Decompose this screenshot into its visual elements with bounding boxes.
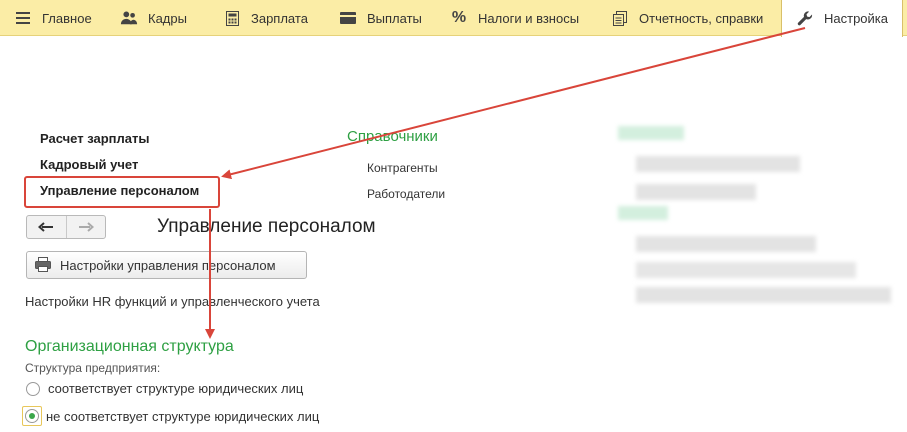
menu-item-settings[interactable]: Настройка	[781, 0, 903, 37]
personnel-settings-button[interactable]: Настройки управления персоналом	[26, 251, 307, 279]
menu-item-taxes[interactable]: % Налоги и взносы	[450, 0, 579, 36]
menu-item-main[interactable]: Главное	[14, 0, 92, 36]
radio-option-label: не соответствует структуре юридических л…	[46, 408, 320, 424]
forward-button[interactable]	[65, 216, 106, 238]
radio-focus-frame	[22, 406, 42, 426]
page-title: Управление персоналом	[157, 216, 376, 237]
arrow-right-icon	[78, 222, 94, 232]
radio-option-label: соответствует структуре юридических лиц	[48, 381, 304, 396]
section-link-hr-records[interactable]: Кадровый учет	[40, 157, 138, 172]
menu-item-label: Главное	[42, 10, 92, 26]
section-description: Настройки HR функций и управленческого у…	[25, 294, 320, 309]
wallet-icon	[339, 9, 357, 27]
obscured-link	[636, 236, 816, 252]
printer-icon	[35, 257, 51, 273]
radio-button[interactable]	[26, 381, 40, 396]
obscured-link	[636, 287, 891, 303]
settings-button-label: Настройки управления персоналом	[60, 257, 276, 273]
annotation-arrow	[221, 27, 806, 180]
top-menu-bar: Главное Кадры Зарплата Выплаты % Налоги …	[0, 0, 907, 37]
menu-item-payments[interactable]: Выплаты	[339, 0, 422, 36]
hamburger-icon	[14, 9, 32, 27]
annotation-highlight-box	[24, 176, 220, 208]
back-button[interactable]	[27, 216, 66, 238]
history-nav	[26, 215, 106, 239]
menu-item-salary[interactable]: Зарплата	[223, 0, 308, 36]
menu-item-label: Кадры	[148, 10, 187, 26]
directory-link-employers[interactable]: Работодатели	[367, 187, 445, 201]
directories-heading: Справочники	[347, 128, 438, 145]
obscured-link	[636, 156, 800, 172]
menu-item-label: Отчетность, справки	[639, 10, 764, 26]
obscured-link	[636, 262, 856, 278]
radio-option-matches[interactable]: соответствует структуре юридических лиц	[26, 381, 303, 396]
menu-item-label: Настройка	[824, 11, 888, 26]
obscured-heading	[618, 206, 668, 220]
calculator-icon	[223, 9, 241, 27]
menu-item-label: Выплаты	[367, 10, 422, 26]
menu-item-label: Зарплата	[251, 10, 308, 26]
menu-item-label: Налоги и взносы	[478, 10, 580, 26]
menu-item-staff[interactable]: Кадры	[120, 0, 187, 36]
arrow-left-icon	[38, 222, 54, 232]
obscured-heading	[618, 126, 684, 140]
wrench-icon	[796, 10, 814, 28]
obscured-link	[636, 184, 756, 200]
section-link-payroll[interactable]: Расчет зарплаты	[40, 131, 149, 146]
percent-icon: %	[451, 9, 467, 26]
menu-item-reports[interactable]: Отчетность, справки	[611, 0, 763, 36]
org-structure-heading: Организационная структура	[25, 338, 234, 355]
documents-icon	[611, 9, 629, 27]
structure-label: Структура предприятия:	[25, 361, 161, 375]
users-icon	[120, 9, 138, 27]
directory-link-counterparties[interactable]: Контрагенты	[367, 161, 438, 175]
radio-option-not-matches[interactable]: не соответствует структуре юридических л…	[22, 406, 320, 426]
radio-button-checked[interactable]	[25, 409, 39, 423]
